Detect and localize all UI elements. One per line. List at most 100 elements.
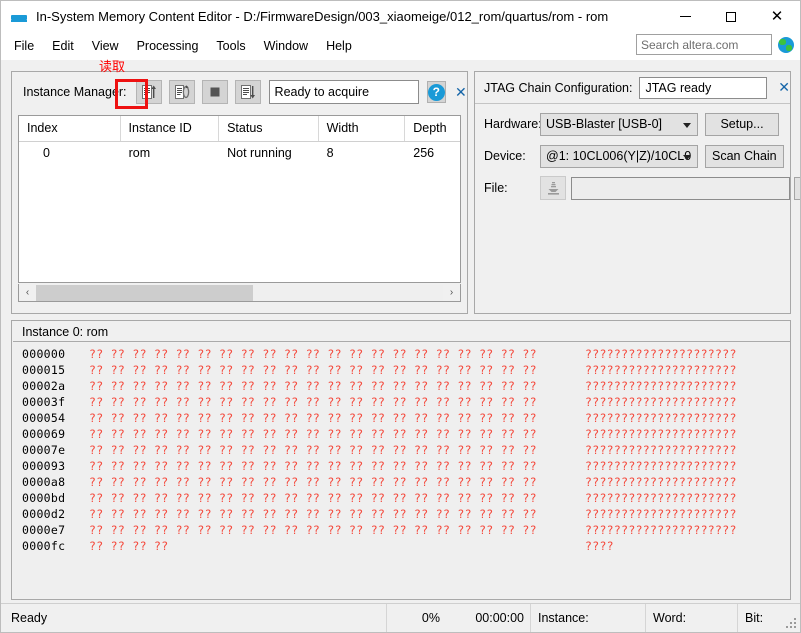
menu-item-processing[interactable]: Processing [128,36,208,56]
memory-ascii-bytes: ????????????????????? [585,443,737,457]
instance-table-horizontal-scrollbar[interactable]: ‹ › [18,284,461,302]
memory-row[interactable]: 000015 ?? ?? ?? ?? ?? ?? ?? ?? ?? ?? ?? ?… [13,362,790,378]
write-data-button[interactable] [234,80,261,104]
memory-hex-bytes[interactable]: ?? ?? ?? ?? ?? ?? ?? ?? ?? ?? ?? ?? ?? ?… [89,506,585,522]
device-select-value: @1: 10CL006(Y|Z)/10CL0 [546,149,692,163]
chevron-down-icon [683,122,691,128]
memory-row[interactable]: 00007e ?? ?? ?? ?? ?? ?? ?? ?? ?? ?? ?? ?… [13,442,790,458]
memory-row[interactable]: 0000a8 ?? ?? ?? ?? ?? ?? ?? ?? ?? ?? ?? ?… [13,474,790,490]
cell-instance-id: rom [128,146,151,160]
status-bar: Ready 0% 00:00:00 Instance: Word: Bit: [1,603,800,632]
memory-row[interactable]: 00003f ?? ?? ?? ?? ?? ?? ?? ?? ?? ?? ?? ?… [13,394,790,410]
memory-ascii-bytes: ????????????????????? [585,347,737,361]
scroll-left-icon[interactable]: ‹ [19,285,36,301]
memory-row[interactable]: 000000 ?? ?? ?? ?? ?? ?? ?? ?? ?? ?? ?? ?… [13,346,790,362]
memory-row[interactable]: 0000e7 ?? ?? ?? ?? ?? ?? ?? ?? ?? ?? ?? ?… [13,522,790,538]
scroll-track[interactable] [36,284,443,301]
elapsed-time: 00:00:00 [475,611,524,625]
memory-row[interactable]: 000054 ?? ?? ?? ?? ?? ?? ?? ?? ?? ?? ?? ?… [13,410,790,426]
memory-instance-title: Instance 0: rom [13,322,790,342]
memory-row[interactable]: 0000bd ?? ?? ?? ?? ?? ?? ?? ?? ?? ?? ?? ?… [13,490,790,506]
stop-button[interactable] [201,80,228,104]
memory-hex-bytes[interactable]: ?? ?? ?? ?? ?? ?? ?? ?? ?? ?? ?? ?? ?? ?… [89,394,585,410]
table-row[interactable]: 0 rom Not running 8 256 [19,142,460,166]
hardware-select[interactable]: USB-Blaster [USB-0] [540,112,698,136]
instance-manager-close-button[interactable]: ✕ [455,82,467,102]
memory-row[interactable]: 0000d2 ?? ?? ?? ?? ?? ?? ?? ?? ?? ?? ?? ?… [13,506,790,522]
continuous-read-button[interactable] [168,80,195,104]
device-row: Device: @1: 10CL006(Y|Z)/10CL0 Scan Chai… [484,144,784,168]
resize-grip-icon[interactable] [786,618,797,629]
window-title: In-System Memory Content Editor - D:/Fir… [36,9,609,24]
memory-hex-bytes[interactable]: ?? ?? ?? ?? ?? ?? ?? ?? ?? ?? ?? ?? ?? ?… [89,474,585,490]
column-header-depth[interactable]: Depth [405,116,460,141]
memory-hex-view[interactable]: 000000 ?? ?? ?? ?? ?? ?? ?? ?? ?? ?? ?? ?… [13,343,790,598]
column-header-status[interactable]: Status [219,116,319,141]
search-area [636,34,794,55]
menu-item-window[interactable]: Window [255,36,317,56]
globe-icon[interactable] [778,36,794,53]
memory-address: 000054 [22,411,66,425]
cell-status: Not running [227,146,292,160]
column-header-instance-id[interactable]: Instance ID [121,116,220,141]
memory-ascii-bytes: ????????????????????? [585,427,737,441]
file-path-input[interactable] [571,176,790,200]
memory-ascii-bytes: ????????????????????? [585,363,737,377]
read-document-up-arrow-icon [141,85,156,99]
scan-chain-button[interactable]: Scan Chain [705,144,784,168]
close-button[interactable]: ✕ [754,1,800,32]
column-header-index[interactable]: Index [19,116,121,141]
setup-button[interactable]: Setup... [705,112,779,136]
device-label: Device: [484,149,526,163]
cell-index: 0 [43,146,50,160]
memory-address: 000093 [22,459,66,473]
memory-hex-bytes[interactable]: ?? ?? ?? ?? ?? ?? ?? ?? ?? ?? ?? ?? ?? ?… [89,442,585,458]
memory-hex-bytes[interactable]: ?? ?? ?? ?? ?? ?? ?? ?? ?? ?? ?? ?? ?? ?… [89,362,585,378]
annotation-label: 读取 [99,60,126,75]
menu-item-help[interactable]: Help [317,36,361,56]
help-button[interactable]: ? [426,81,446,103]
menu-item-file[interactable]: File [5,36,43,56]
scroll-thumb[interactable] [36,284,253,301]
memory-hex-bytes[interactable]: ?? ?? ?? ?? ?? ?? ?? ?? ?? ?? ?? ?? ?? ?… [89,378,585,394]
hardware-select-value: USB-Blaster [USB-0] [546,117,663,131]
menu-item-view[interactable]: View [83,36,128,56]
memory-ascii-bytes: ????????????????????? [585,507,737,521]
read-data-button[interactable] [135,80,162,104]
memory-row[interactable]: 0000fc ?? ?? ?? ?????? [13,538,790,554]
memory-hex-bytes[interactable]: ?? ?? ?? ?? ?? ?? ?? ?? ?? ?? ?? ?? ?? ?… [89,458,585,474]
device-select[interactable]: @1: 10CL006(Y|Z)/10CL0 [540,144,698,168]
memory-hex-bytes[interactable]: ?? ?? ?? ?? ?? ?? ?? ?? ?? ?? ?? ?? ?? ?… [89,522,585,538]
memory-row[interactable]: 000093 ?? ?? ?? ?? ?? ?? ?? ?? ?? ?? ?? ?… [13,458,790,474]
memory-hex-bytes[interactable]: ?? ?? ?? ?? ?? ?? ?? ?? ?? ?? ?? ?? ?? ?… [89,410,585,426]
instance-table-header: Index Instance ID Status Width Depth [19,116,460,142]
memory-row[interactable]: 00002a ?? ?? ?? ?? ?? ?? ?? ?? ?? ?? ?? ?… [13,378,790,394]
jtag-status-field: JTAG ready [639,76,768,99]
memory-hex-bytes[interactable]: ?? ?? ?? ?? ?? ?? ?? ?? ?? ?? ?? ?? ?? ?… [89,426,585,442]
memory-ascii-bytes: ????????????????????? [585,523,737,537]
jtag-close-button[interactable]: ✕ [778,79,790,96]
memory-address: 0000e7 [22,523,66,537]
memory-row[interactable]: 000069 ?? ?? ?? ?? ?? ?? ?? ?? ?? ?? ?? ?… [13,426,790,442]
document-down-arrow-icon [240,85,255,99]
stop-square-icon [210,87,220,97]
memory-address: 000000 [22,347,66,361]
menu-item-edit[interactable]: Edit [43,36,83,56]
memory-address: 00002a [22,379,66,393]
status-message: Ready [11,611,48,625]
browse-file-button[interactable]: ... [794,176,800,200]
memory-address: 0000d2 [22,507,66,521]
search-input[interactable] [636,34,772,55]
status-instance-label: Instance: [530,604,645,632]
memory-hex-bytes[interactable]: ?? ?? ?? ?? ?? ?? ?? ?? ?? ?? ?? ?? ?? ?… [89,490,585,506]
column-header-width[interactable]: Width [319,116,406,141]
title-bar: In-System Memory Content Editor - D:/Fir… [1,1,800,32]
menu-item-tools[interactable]: Tools [207,36,254,56]
minimize-button[interactable] [662,1,708,32]
memory-hex-bytes[interactable]: ?? ?? ?? ?? ?? ?? ?? ?? ?? ?? ?? ?? ?? ?… [89,346,585,362]
memory-content-panel: Instance 0: rom 000000 ?? ?? ?? ?? ?? ?? … [11,320,791,600]
memory-hex-bytes[interactable]: ?? ?? ?? ?? [89,538,585,554]
memory-address: 00007e [22,443,66,457]
maximize-button[interactable] [708,1,754,32]
scroll-right-icon[interactable]: › [443,285,460,301]
